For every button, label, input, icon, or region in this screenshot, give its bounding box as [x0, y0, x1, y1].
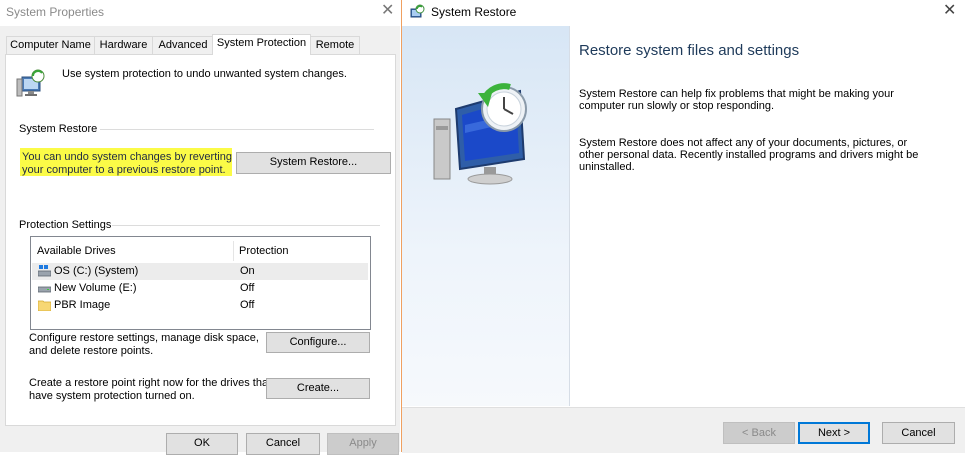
drive-name: OS (C:) (System): [54, 265, 139, 277]
drive-protection: On: [240, 265, 255, 277]
close-icon[interactable]: ✕: [381, 2, 394, 20]
configure-button[interactable]: Configure...: [266, 332, 370, 353]
description-line: Configure restore settings, manage disk …: [29, 332, 259, 344]
close-icon[interactable]: ✕: [943, 2, 956, 20]
intro-text: Use system protection to undo unwanted s…: [62, 68, 347, 80]
description-line: uninstalled.: [579, 161, 635, 173]
cancel-button[interactable]: Cancel: [882, 422, 955, 444]
system-restore-button[interactable]: System Restore...: [236, 152, 391, 174]
window-title: System Properties: [6, 5, 105, 19]
table-row[interactable]: OS (C:) (System) On: [32, 263, 368, 280]
description-line: computer run slowly or stop responding.: [579, 100, 775, 112]
drive-protection: Off: [240, 299, 255, 311]
title-bar[interactable]: System Properties ✕: [0, 0, 400, 26]
folder-icon: [38, 300, 51, 311]
description-line: other personal data. Recently installed …: [579, 149, 919, 161]
back-button[interactable]: < Back: [723, 422, 795, 444]
system-restore-description: You can undo system changes by reverting…: [22, 151, 232, 177]
group-divider: [112, 225, 380, 226]
column-separator[interactable]: [233, 241, 234, 261]
description-paragraph: System Restore can help fix problems tha…: [579, 88, 929, 112]
protection-settings-group-label: Protection Settings: [19, 219, 112, 231]
system-properties-window: System Properties ✕ Computer Name Hardwa…: [0, 0, 400, 455]
description-line: your computer to a previous restore poin…: [22, 164, 226, 176]
tab-hardware[interactable]: Hardware: [94, 36, 153, 54]
table-row[interactable]: New Volume (E:) Off: [32, 280, 368, 297]
description-line: System Restore can help fix problems tha…: [579, 88, 894, 100]
column-header-available-drives[interactable]: Available Drives: [37, 245, 116, 257]
column-header-protection[interactable]: Protection: [239, 245, 289, 257]
system-drive-icon: [38, 265, 51, 277]
drives-list[interactable]: Available Drives Protection OS (C:) (Sys…: [30, 236, 371, 330]
system-restore-window: System Restore ✕ Restore system files an…: [401, 0, 965, 453]
description-line: You can undo system changes by reverting: [22, 151, 232, 163]
title-bar[interactable]: System Restore ✕: [402, 0, 965, 26]
tab-computer-name[interactable]: Computer Name: [6, 36, 95, 54]
table-row[interactable]: PBR Image Off: [32, 297, 368, 314]
create-description: Create a restore point right now for the…: [29, 377, 271, 403]
tab-remote[interactable]: Remote: [310, 36, 360, 54]
tab-system-protection[interactable]: System Protection: [212, 34, 311, 55]
system-restore-group-label: System Restore: [19, 123, 98, 135]
description-line: Create a restore point right now for the…: [29, 377, 272, 389]
drive-name: PBR Image: [54, 299, 111, 311]
drive-name: New Volume (E:): [54, 282, 137, 294]
next-button[interactable]: Next >: [798, 422, 870, 444]
system-protection-icon: [16, 69, 45, 97]
window-title: System Restore: [431, 5, 517, 19]
wizard-footer: [402, 407, 965, 453]
drive-icon: [38, 286, 51, 293]
description-line: and delete restore points.: [29, 345, 154, 357]
configure-description: Configure restore settings, manage disk …: [29, 332, 259, 358]
system-restore-illustration-icon: [433, 83, 527, 185]
description-line: have system protection turned on.: [29, 390, 195, 402]
page-title: Restore system files and settings: [579, 42, 800, 59]
tab-advanced[interactable]: Advanced: [152, 36, 214, 54]
wizard-side-panel: [402, 26, 570, 406]
description-line: System Restore does not affect any of yo…: [579, 137, 908, 149]
system-restore-icon: [410, 4, 425, 18]
group-divider: [100, 129, 374, 130]
description-paragraph: System Restore does not affect any of yo…: [579, 137, 929, 173]
create-button[interactable]: Create...: [266, 378, 370, 399]
drive-protection: Off: [240, 282, 255, 294]
